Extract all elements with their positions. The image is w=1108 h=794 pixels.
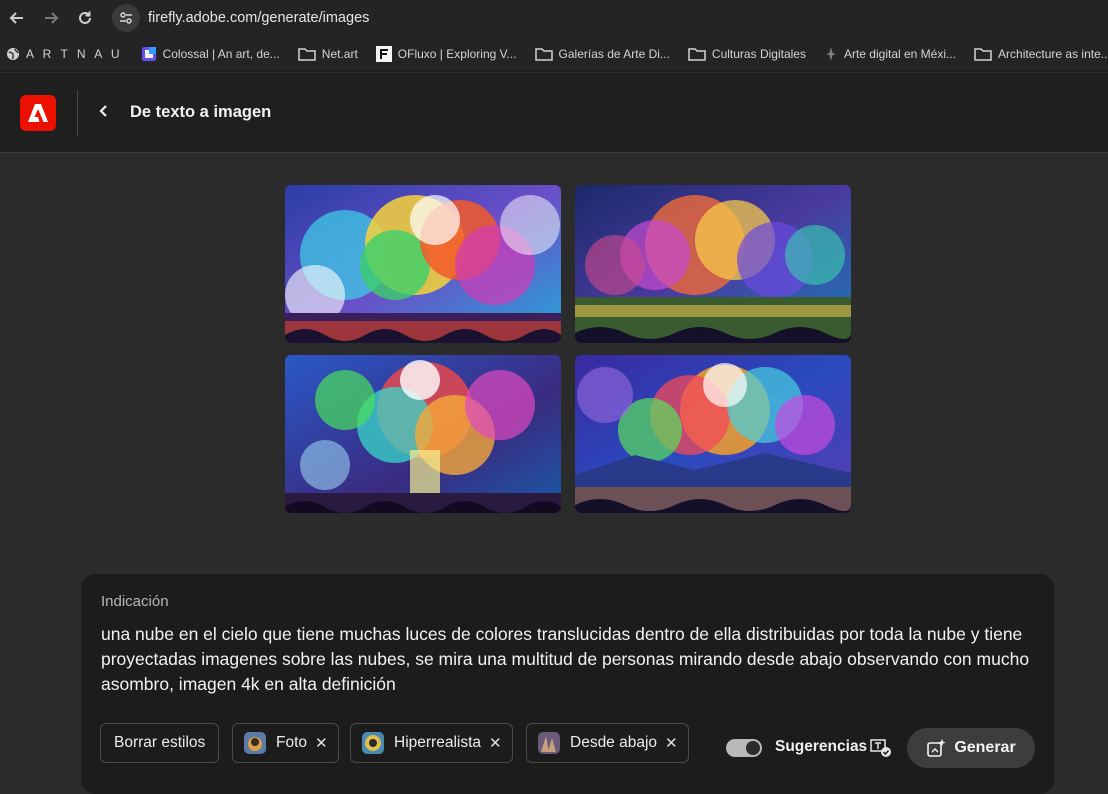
toggle-knob (746, 741, 760, 755)
desde-abajo-style-icon (538, 732, 560, 754)
clear-styles-label: Borrar estilos (114, 734, 206, 751)
bookmark-culturas[interactable]: Culturas Digitales (688, 47, 806, 61)
app-header: De texto a imagen (0, 73, 1108, 153)
style-chip-desde-abajo[interactable]: Desde abajo ✕ (526, 723, 689, 763)
colossal-icon (141, 46, 157, 62)
generate-sparkle-icon (926, 738, 946, 758)
page-title: De texto a imagen (130, 103, 272, 121)
chip-label: Desde abajo (570, 734, 658, 751)
chip-label: Foto (276, 734, 308, 751)
bookmark-colossal[interactable]: Colossal | An art, de... (141, 46, 280, 62)
back-chevron-icon[interactable] (98, 102, 112, 123)
folder-icon (688, 47, 706, 61)
remove-hiperrealista-icon[interactable]: ✕ (489, 734, 502, 752)
generate-button[interactable]: Generar (907, 728, 1035, 768)
clear-styles-button[interactable]: Borrar estilos (100, 723, 220, 763)
prompt-input[interactable]: una nube en el cielo que tiene muchas lu… (101, 622, 1031, 697)
site-settings-icon[interactable] (112, 4, 140, 32)
generated-image-4[interactable] (575, 355, 851, 513)
forward-arrow-icon[interactable] (34, 1, 68, 35)
generated-image-1[interactable] (285, 185, 561, 343)
prompt-panel: Indicación una nube en el cielo que tien… (81, 574, 1054, 794)
generated-image-3[interactable] (285, 355, 561, 513)
reload-icon[interactable] (68, 1, 102, 35)
arte-icon (824, 46, 838, 62)
bookmark-ofluxo[interactable]: OFluxo | Exploring V... (375, 45, 517, 62)
style-chip-foto[interactable]: Foto ✕ (232, 723, 339, 763)
suggestions-label: Sugerencias (775, 738, 868, 755)
header-divider (77, 89, 78, 136)
suggestions-info-icon[interactable] (870, 738, 892, 758)
remove-desde-abajo-icon[interactable]: ✕ (665, 734, 678, 752)
hiperrealista-style-icon (362, 732, 384, 754)
back-arrow-icon[interactable] (0, 1, 34, 35)
bookmarks-bar: A R T N A U Colossal | An art, de... Net… (0, 36, 1108, 72)
prompt-label: Indicación (101, 593, 169, 610)
adobe-logo-icon[interactable] (20, 94, 56, 131)
generate-label: Generar (954, 739, 1016, 756)
ofluxo-icon (375, 45, 392, 62)
bookmark-netart[interactable]: Net.art (298, 47, 358, 61)
globe-icon (6, 47, 20, 61)
remove-foto-icon[interactable]: ✕ (315, 734, 328, 752)
bookmark-artnau[interactable]: A R T N A U (6, 47, 123, 61)
style-chip-hiperrealista[interactable]: Hiperrealista ✕ (350, 723, 513, 763)
address-bar[interactable]: firefly.adobe.com/generate/images (112, 3, 369, 33)
generated-image-2[interactable] (575, 185, 851, 343)
bookmark-galerias[interactable]: Galerías de Arte Di... (534, 47, 670, 61)
chip-label: Hiperrealista (394, 734, 482, 751)
bookmark-arte-digital[interactable]: Arte digital en Méxi... (824, 46, 956, 62)
folder-icon (534, 47, 553, 61)
foto-style-icon (244, 732, 266, 754)
url-text: firefly.adobe.com/generate/images (148, 10, 370, 26)
bookmark-architecture[interactable]: Architecture as inte... (974, 47, 1108, 61)
browser-toolbar: firefly.adobe.com/generate/images (0, 0, 1108, 36)
folder-icon (298, 47, 316, 61)
folder-icon (974, 47, 992, 61)
suggestions-toggle[interactable] (726, 739, 762, 757)
